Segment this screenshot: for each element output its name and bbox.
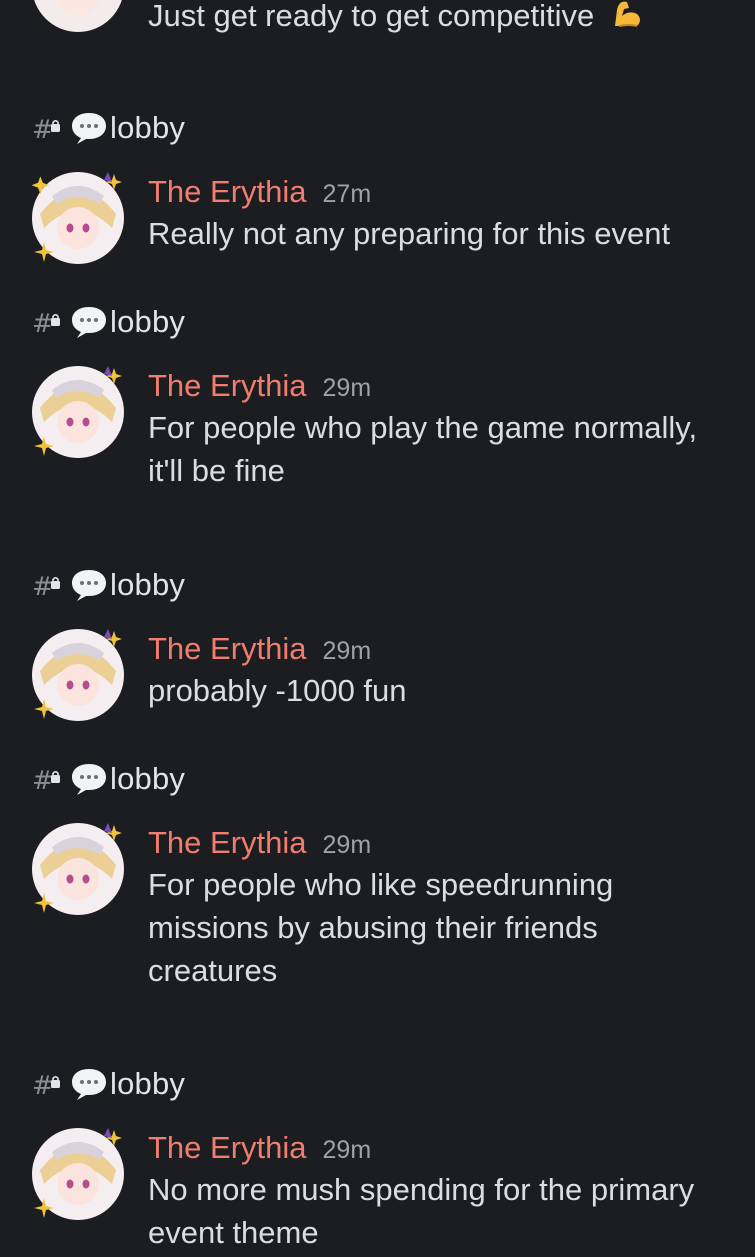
message-text: For people who play the game normally, i…: [148, 410, 698, 488]
speech-balloon-icon: [70, 1066, 108, 1102]
channel-name: lobby: [110, 110, 186, 145]
hash-lock-icon: #: [32, 307, 62, 339]
speech-balloon-icon: [70, 567, 108, 603]
hash-lock-icon: #: [32, 113, 62, 145]
author-name[interactable]: The Erythia: [148, 627, 307, 671]
speech-balloon-icon: [70, 761, 108, 797]
author-name[interactable]: The Erythia: [148, 1126, 307, 1170]
author-name[interactable]: The Erythia: [148, 170, 307, 214]
timestamp: 27m: [322, 180, 372, 208]
avatar-image: [32, 1128, 124, 1220]
channel-link[interactable]: # lobby: [32, 565, 185, 605]
timestamp: 29m: [322, 831, 372, 859]
avatar-image: [31, 172, 124, 264]
channel-name: lobby: [110, 567, 186, 602]
avatar-image: [32, 629, 124, 721]
hash-lock-icon: #: [32, 570, 62, 602]
avatar-image: [32, 823, 124, 915]
avatar-image: [34, 0, 122, 32]
message-text: Just get ready to get competitive: [148, 0, 595, 33]
timestamp: 29m: [322, 637, 372, 665]
message-feed: Just get ready to get competitive # lobb…: [0, 0, 755, 1257]
avatar[interactable]: [30, 0, 126, 34]
channel-name: lobby: [110, 761, 186, 796]
flexed-biceps-icon: [609, 0, 645, 30]
message-text: Really not any preparing for this event: [148, 216, 671, 251]
avatar[interactable]: [30, 627, 126, 723]
avatar[interactable]: [30, 1126, 126, 1222]
channel-name: lobby: [110, 1066, 186, 1101]
timestamp: 29m: [322, 1136, 372, 1164]
hash-lock-icon: #: [32, 1069, 62, 1101]
avatar-image: [32, 366, 124, 458]
timestamp: 29m: [322, 374, 372, 402]
avatar[interactable]: [30, 170, 126, 266]
author-name[interactable]: The Erythia: [148, 364, 307, 408]
avatar[interactable]: [30, 821, 126, 917]
message-text: For people who like speedrunning mission…: [148, 867, 614, 988]
hash-lock-icon: #: [32, 764, 62, 796]
channel-link[interactable]: # lobby: [32, 1064, 185, 1104]
channel-name: lobby: [110, 304, 186, 339]
channel-link[interactable]: # lobby: [32, 302, 185, 342]
message-text: probably -1000 fun: [148, 673, 407, 708]
avatar[interactable]: [30, 364, 126, 460]
channel-link[interactable]: # lobby: [32, 759, 185, 799]
speech-balloon-icon: [70, 110, 108, 146]
speech-balloon-icon: [70, 304, 108, 340]
channel-link[interactable]: # lobby: [32, 108, 185, 148]
message-text: No more mush spending for the primary ev…: [148, 1172, 695, 1250]
author-name[interactable]: The Erythia: [148, 821, 307, 865]
